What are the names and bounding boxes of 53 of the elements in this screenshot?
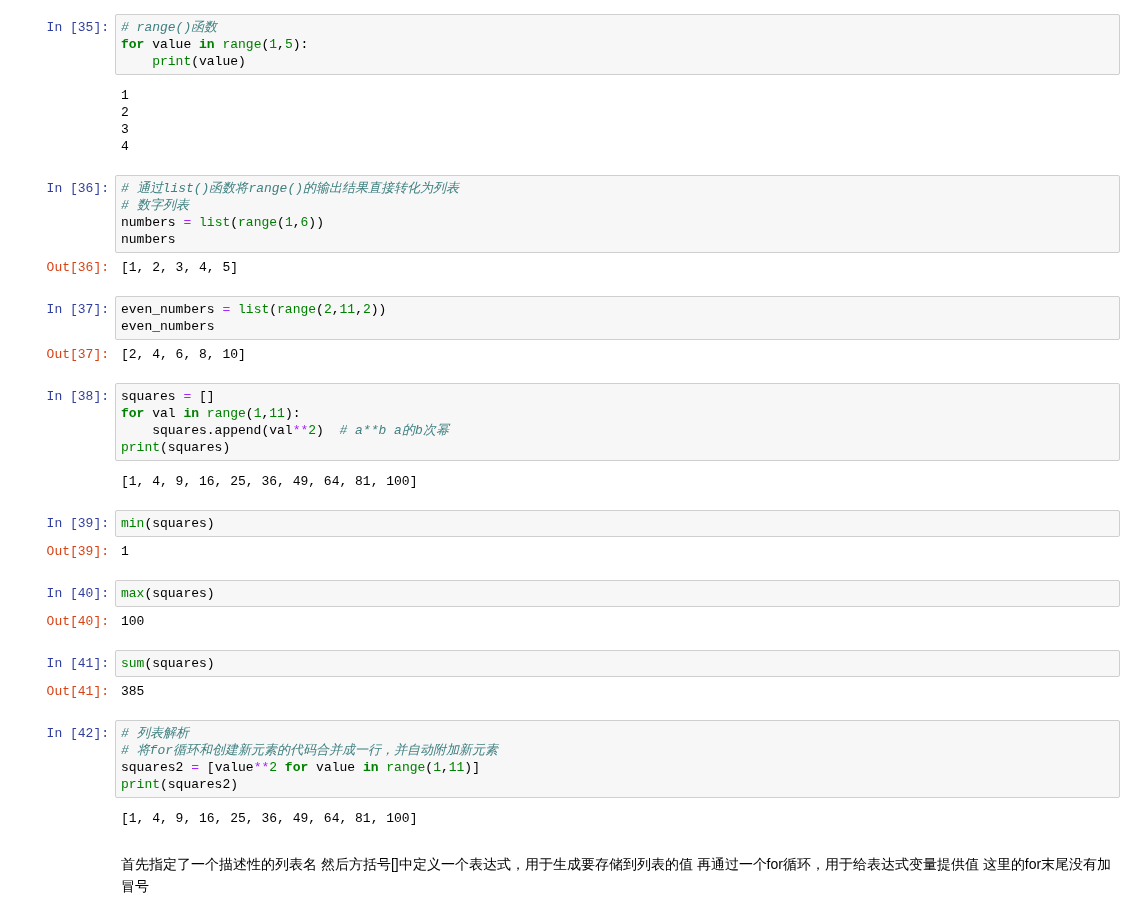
output-line: 1 xyxy=(121,543,130,560)
code-line: squares.append(val**2) # a**b a的b次幂 xyxy=(151,422,452,439)
code-line: max(squares) xyxy=(121,585,216,602)
code-line: for val in range(1,11): xyxy=(121,405,302,422)
code-line: min(squares) xyxy=(121,515,216,532)
input-prompt: In [37]: xyxy=(46,301,109,319)
code-line: # 列表解析 xyxy=(121,725,191,742)
code-cell[interactable]: sum(squares) xyxy=(115,650,1120,677)
input-prompt: In [41]: xyxy=(46,655,109,673)
code-line: print(squares) xyxy=(121,439,232,456)
code-cell[interactable]: # 通过list()函数将range()的输出结果直接转化为列表 # 数字列表 numbers = list(range(1,6)) numbers xyxy=(115,175,1120,253)
input-prompt: In [40]: xyxy=(46,585,109,603)
output-line: 1 xyxy=(121,87,130,104)
output-line: 3 xyxy=(121,121,130,138)
output-line: 385 xyxy=(121,683,146,700)
code-cell[interactable]: even_numbers = list(range(2,11,2)) even_numbers xyxy=(115,296,1120,340)
code-line: squares = [] xyxy=(121,388,216,405)
code-line: even_numbers xyxy=(121,318,216,335)
code-line: # 将for循环和创建新元素的代码合并成一行，并自动附加新元素 xyxy=(121,742,500,759)
input-prompt: In [42]: xyxy=(46,725,109,743)
output-line: 4 xyxy=(121,138,130,155)
output-line: [1, 4, 9, 16, 25, 36, 49, 64, 81, 100] xyxy=(121,810,419,827)
code-line: numbers = list(range(1,6)) xyxy=(121,214,325,231)
code-line: # 数字列表 xyxy=(121,197,191,214)
code-line: sum(squares) xyxy=(121,655,216,672)
output-line: [1, 2, 3, 4, 5] xyxy=(121,259,240,276)
markdown-paragraph: 首先指定了一个描述性的列表名 然后方括号[]中定义一个表达式，用于生成要存储到列表的值 再通过一个for循环，用于给表达式变量提供值 这里的for末尾没有加冒号 xyxy=(120,855,1113,896)
input-prompt: In [38]: xyxy=(46,388,109,406)
input-prompt: In [35]: xyxy=(46,19,109,37)
output-line: [2, 4, 6, 8, 10] xyxy=(121,346,247,363)
output-prompt: Out[39]: xyxy=(46,543,109,560)
code-line: numbers xyxy=(121,231,177,248)
code-cell[interactable]: # 列表解析 # 将for循环和创建新元素的代码合并成一行，并自动附加新元素 squares2 = [value**2 for value in range(1,11)] print(squares2) xyxy=(115,720,1120,798)
code-line: print(squares2) xyxy=(121,776,240,793)
code-line: squares2 = [value**2 for value in range(1,11)] xyxy=(121,759,481,776)
code-cell[interactable]: # range()函数 for value in range(1,5): print(value) xyxy=(115,14,1120,75)
output-prompt: Out[41]: xyxy=(46,683,109,700)
output-line: 2 xyxy=(121,104,130,121)
code-line: # 通过list()函数将range()的输出结果直接转化为列表 xyxy=(121,180,461,197)
input-prompt: In [36]: xyxy=(46,180,109,198)
code-cell[interactable]: squares = [] for val in range(1,11): squares.append(val**2) # a**b a的b次幂 print(squares) xyxy=(115,383,1120,461)
output-prompt: Out[40]: xyxy=(46,613,109,630)
output-line: 100 xyxy=(121,613,146,630)
code-line: # range()函数 xyxy=(121,19,219,36)
output-prompt: Out[36]: xyxy=(46,259,109,276)
output-line: [1, 4, 9, 16, 25, 36, 49, 64, 81, 100] xyxy=(121,473,419,490)
code-line: print(value) xyxy=(151,53,247,70)
output-prompt: Out[37]: xyxy=(46,346,109,363)
code-line: for value in range(1,5): xyxy=(121,36,310,53)
code-cell[interactable]: max(squares) xyxy=(115,580,1120,607)
code-line: even_numbers = list(range(2,11,2)) xyxy=(121,301,388,318)
code-cell[interactable]: min(squares) xyxy=(115,510,1120,537)
input-prompt: In [39]: xyxy=(46,515,109,533)
